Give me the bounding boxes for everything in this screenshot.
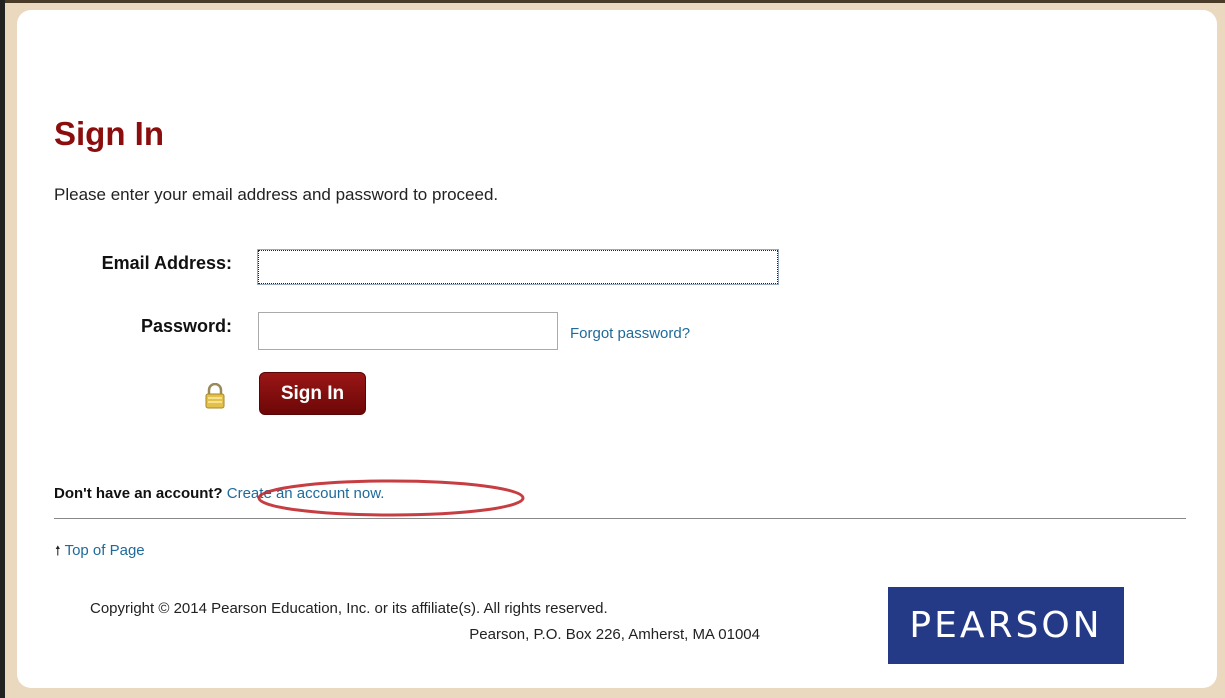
forgot-password-link[interactable]: Forgot password? [570,325,690,342]
footer-divider [54,518,1186,519]
address-text: Pearson, P.O. Box 226, Amherst, MA 01004 [469,626,760,643]
password-field[interactable] [258,312,558,350]
lock-icon [204,382,226,409]
signin-panel: Sign In Please enter your email address … [17,10,1217,688]
top-of-page-link[interactable]: 🠕 Top of Page [55,542,145,564]
password-label: Password: [140,316,232,336]
intro-text: Please enter your email address and pass… [54,185,499,204]
top-of-page-label: Top of Page [64,542,145,559]
page-title: Sign In [54,115,164,152]
window-left-border [0,0,5,698]
window-top-border [0,0,1225,3]
sign-in-button[interactable]: Sign In [259,372,366,415]
copyright-block: Copyright © 2014 Pearson Education, Inc.… [90,596,760,648]
copyright-text: Copyright © 2014 Pearson Education, Inc.… [90,600,608,617]
up-arrow-icon: 🠕 [55,543,61,558]
email-field[interactable] [257,249,779,285]
email-label: Email Address: [101,253,232,273]
account-prompt-label: Don't have an account? [54,485,223,502]
pearson-logo: PEARSON [888,587,1124,664]
highlight-ellipse [257,479,525,517]
